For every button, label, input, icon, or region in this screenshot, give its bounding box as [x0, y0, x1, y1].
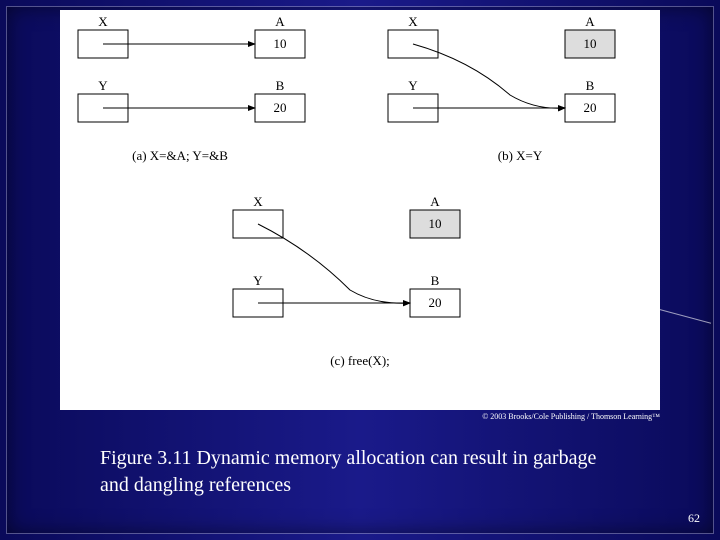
caption-a: (a) X=&A; Y=&B: [132, 148, 228, 163]
label-b-X: X: [408, 14, 418, 29]
panel-b: X A 10 Y B 20 (b) X=Y: [388, 14, 615, 163]
panel-a: X A 10 Y B 20 (a) X=&A; Y=&B: [78, 14, 305, 163]
figure-caption: Figure 3.11 Dynamic memory allocation ca…: [100, 445, 600, 499]
label-a-X: X: [98, 14, 108, 29]
label-c-A: A: [430, 194, 440, 209]
label-b-B: B: [586, 78, 595, 93]
label-a-Y: Y: [98, 78, 108, 93]
caption-b: (b) X=Y: [498, 148, 543, 163]
page-number: 62: [688, 511, 700, 526]
caption-c: (c) free(X);: [330, 353, 390, 368]
label-b-Y: Y: [408, 78, 418, 93]
figure-area: X A 10 Y B 20 (a) X=&A; Y=&B X A 10 Y B …: [60, 10, 660, 410]
value-a-B: 20: [274, 100, 287, 115]
label-c-X: X: [253, 194, 263, 209]
figure-svg: X A 10 Y B 20 (a) X=&A; Y=&B X A 10 Y B …: [60, 10, 660, 410]
label-c-B: B: [431, 273, 440, 288]
value-c-B: 20: [429, 295, 442, 310]
value-b-A: 10: [584, 36, 597, 51]
label-c-Y: Y: [253, 273, 263, 288]
value-a-A: 10: [274, 36, 287, 51]
panel-c: X A 10 Y B 20 (c) free(X);: [233, 194, 460, 368]
value-c-A: 10: [429, 216, 442, 231]
label-b-A: A: [585, 14, 595, 29]
label-a-B: B: [276, 78, 285, 93]
value-b-B: 20: [584, 100, 597, 115]
label-a-A: A: [275, 14, 285, 29]
copyright-text: © 2003 Brooks/Cole Publishing / Thomson …: [60, 412, 660, 421]
